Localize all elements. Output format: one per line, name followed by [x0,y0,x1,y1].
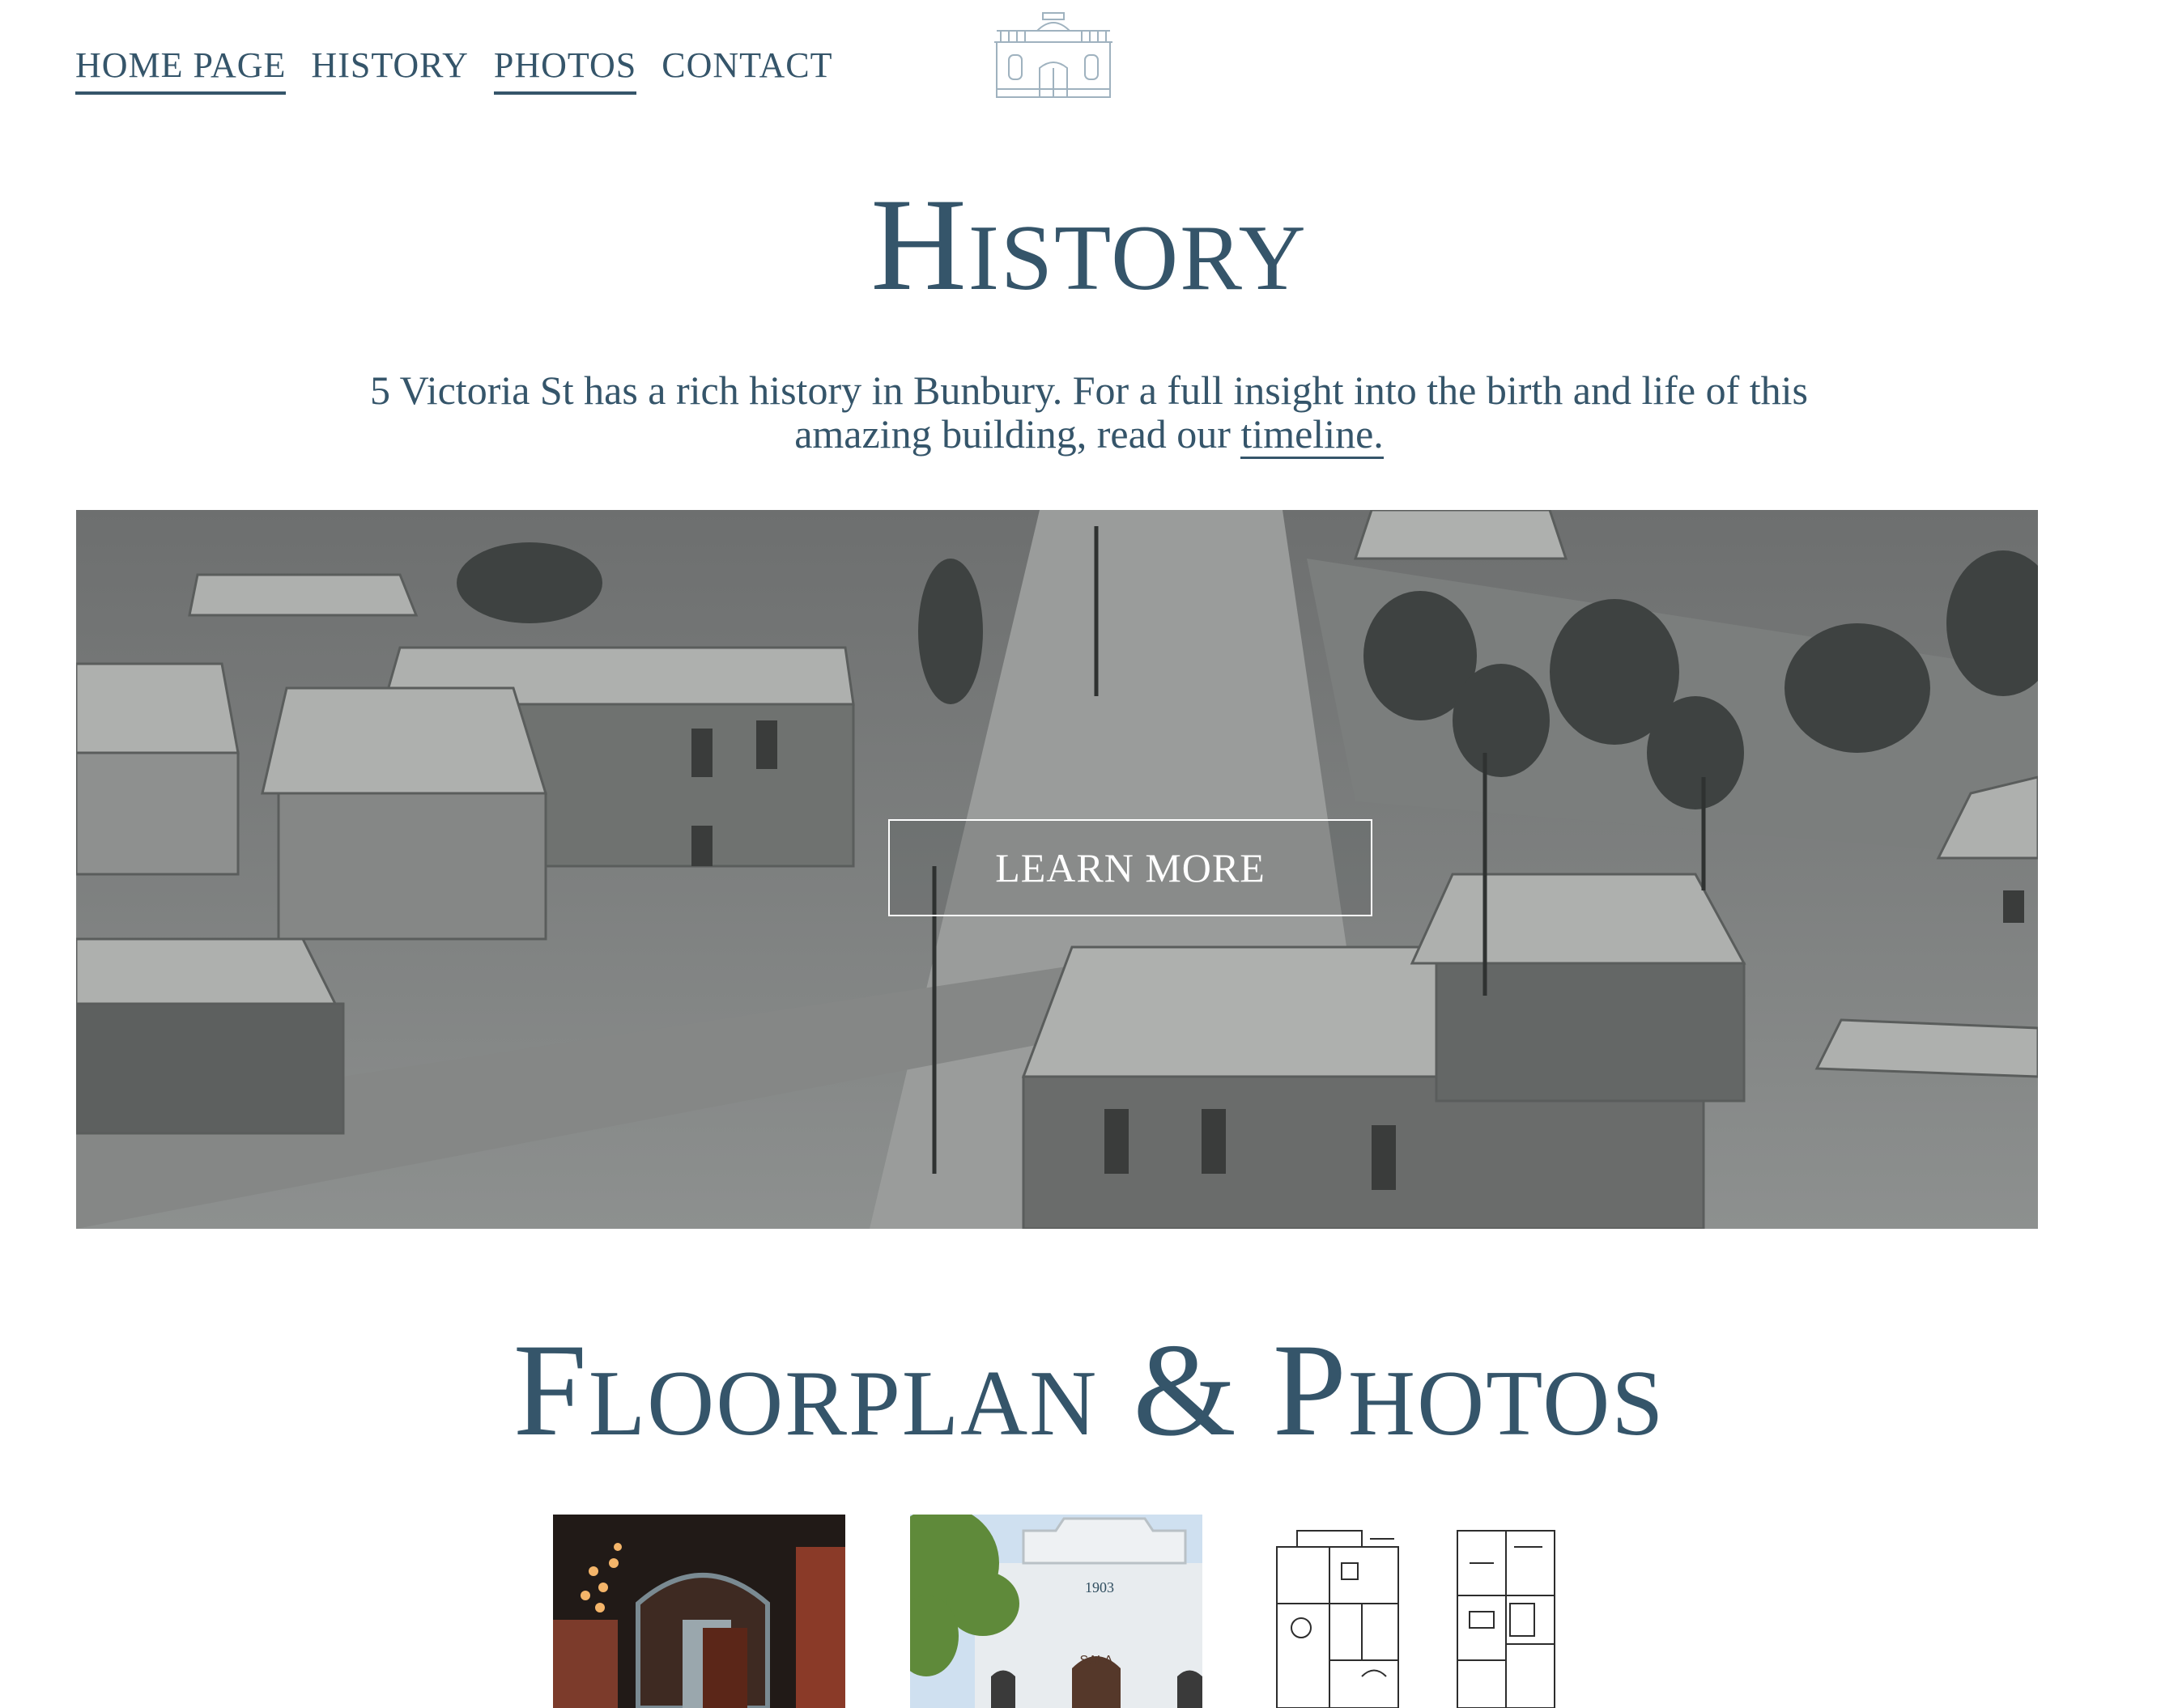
historic-photo-banner: LEARN MORE [76,510,2038,1229]
facade-year-text: 1903 [1085,1579,1114,1595]
nav-home-page[interactable]: HOME PAGE [75,42,287,96]
floorplan-upper-image[interactable] [1453,1515,1559,1708]
history-intro: 5 Victoria St has a rich history in Bunb… [324,368,1854,459]
timeline-link[interactable]: timeline. [1240,411,1384,459]
interior-arch-photo[interactable] [553,1515,845,1708]
floorplan-ground-image[interactable] [1265,1515,1410,1708]
nav-history[interactable]: HISTORY [311,42,468,95]
history-intro-text: 5 Victoria St has a rich history in Bunb… [370,368,1808,457]
nav-contact[interactable]: CONTACT [661,42,832,95]
nav-photos[interactable]: PHOTOS [493,42,637,96]
main-nav: HOME PAGE HISTORY PHOTOS CONTACT [75,42,833,96]
facade-sign-text: SALA [1080,1654,1113,1668]
history-title: History [870,172,1308,318]
building-logo-icon[interactable] [993,11,1114,100]
facade-photo[interactable]: 1903 SALA [910,1515,1202,1708]
learn-more-button[interactable]: LEARN MORE [888,819,1372,916]
floorplan-photos-title: Floorplan & Photos [513,1317,1665,1464]
